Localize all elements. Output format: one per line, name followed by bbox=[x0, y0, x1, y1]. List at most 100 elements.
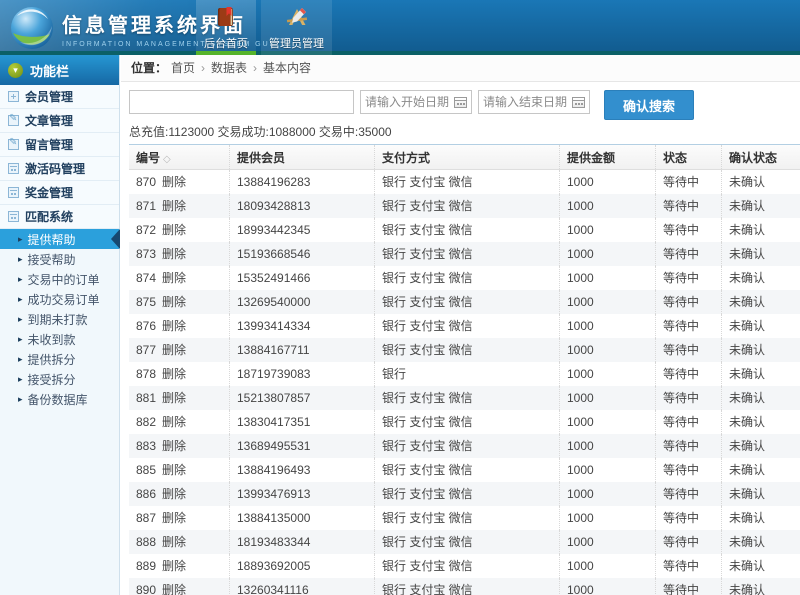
member-cell: 15193668546 bbox=[229, 242, 374, 266]
amount-cell: 1000 bbox=[559, 434, 655, 458]
delete-link[interactable]: 删除 bbox=[162, 223, 186, 237]
sidebar-item[interactable]: 奖金管理 bbox=[0, 181, 119, 205]
table-row: 875删除 13269540000 银行 支付宝 微信 1000 等待中 未确认 bbox=[129, 290, 800, 314]
delete-link[interactable]: 删除 bbox=[162, 583, 186, 595]
delete-link[interactable]: 删除 bbox=[162, 535, 186, 549]
row-id: 878 bbox=[136, 367, 156, 381]
search-input[interactable] bbox=[129, 90, 354, 114]
amount-cell: 1000 bbox=[559, 578, 655, 595]
table-row: 873删除 15193668546 银行 支付宝 微信 1000 等待中 未确认 bbox=[129, 242, 800, 266]
confirm-cell: 未确认 bbox=[721, 290, 800, 314]
delete-link[interactable]: 删除 bbox=[162, 463, 186, 477]
column-header-id[interactable]: 编号◇ bbox=[129, 145, 229, 169]
column-header-status: 状态 bbox=[655, 145, 721, 169]
delete-link[interactable]: 删除 bbox=[162, 415, 186, 429]
status-cell: 等待中 bbox=[655, 578, 721, 595]
row-id: 886 bbox=[136, 487, 156, 501]
breadcrumb-link[interactable]: 首页 bbox=[171, 61, 195, 75]
breadcrumb-prefix: 位置： bbox=[131, 61, 167, 75]
delete-link[interactable]: 删除 bbox=[162, 271, 186, 285]
sidebar-subitem-label: 成功交易订单 bbox=[28, 291, 100, 308]
calendar-icon[interactable] bbox=[572, 97, 585, 108]
status-cell: 等待中 bbox=[655, 554, 721, 578]
status-cell: 等待中 bbox=[655, 266, 721, 290]
sidebar-item[interactable]: 文章管理 bbox=[0, 109, 119, 133]
pencil-tools-icon bbox=[284, 5, 310, 32]
row-id: 875 bbox=[136, 295, 156, 309]
end-date-input[interactable] bbox=[479, 91, 577, 113]
calendar-icon[interactable] bbox=[454, 97, 467, 108]
sidebar-item[interactable]: 匹配系统 bbox=[0, 205, 119, 229]
delete-link[interactable]: 删除 bbox=[162, 559, 186, 573]
sidebar-subitem[interactable]: 提供帮助 bbox=[0, 229, 119, 249]
totals-summary: 总充值:1123000 交易成功:1088000 交易中:35000 bbox=[129, 123, 800, 140]
payment-cell: 银行 支付宝 微信 bbox=[374, 266, 559, 290]
confirm-cell: 未确认 bbox=[721, 242, 800, 266]
confirm-cell: 未确认 bbox=[721, 218, 800, 242]
table-row: 886删除 13993476913 银行 支付宝 微信 1000 等待中 未确认 bbox=[129, 482, 800, 506]
delete-link[interactable]: 删除 bbox=[162, 199, 186, 213]
id-cell: 886 删除 bbox=[129, 482, 229, 506]
sidebar-item-label: 文章管理 bbox=[25, 112, 73, 129]
sidebar-subitem[interactable]: 接受拆分 bbox=[0, 369, 119, 389]
delete-link[interactable]: 删除 bbox=[162, 295, 186, 309]
edit-icon bbox=[8, 115, 19, 126]
delete-link[interactable]: 删除 bbox=[162, 511, 186, 525]
amount-cell: 1000 bbox=[559, 482, 655, 506]
confirm-search-button[interactable]: 确认搜索 bbox=[604, 90, 694, 120]
status-cell: 等待中 bbox=[655, 362, 721, 386]
payment-cell: 银行 支付宝 微信 bbox=[374, 482, 559, 506]
sidebar: ▾ 功能栏 会员管理 文章管理 留言管理 激活码管理 奖金管理 匹配系统 提供帮… bbox=[0, 55, 120, 595]
sidebar-header[interactable]: ▾ 功能栏 bbox=[0, 55, 119, 85]
tab-label: 管理员管理 bbox=[269, 35, 324, 51]
tab-backend-home[interactable]: 后台首页 bbox=[196, 0, 256, 55]
status-cell: 等待中 bbox=[655, 170, 721, 194]
payment-cell: 银行 支付宝 微信 bbox=[374, 386, 559, 410]
delete-link[interactable]: 删除 bbox=[162, 487, 186, 501]
sidebar-item[interactable]: 留言管理 bbox=[0, 133, 119, 157]
app-header: 信息管理系统界面 INFORMATION MANAGEMENT SYSTEM G… bbox=[0, 0, 800, 55]
confirm-cell: 未确认 bbox=[721, 530, 800, 554]
sidebar-item[interactable]: 激活码管理 bbox=[0, 157, 119, 181]
breadcrumb-link[interactable]: 基本内容 bbox=[263, 61, 311, 75]
confirm-cell: 未确认 bbox=[721, 506, 800, 530]
amount-cell: 1000 bbox=[559, 218, 655, 242]
sidebar-item[interactable]: 会员管理 bbox=[0, 85, 119, 109]
breadcrumb-link[interactable]: 数据表 bbox=[211, 61, 247, 75]
status-cell: 等待中 bbox=[655, 482, 721, 506]
id-cell: 871删除 bbox=[129, 194, 229, 218]
sidebar-subitem[interactable]: 提供拆分 bbox=[0, 349, 119, 369]
delete-link[interactable]: 删除 bbox=[162, 319, 186, 333]
sidebar-subitem[interactable]: 未收到款 bbox=[0, 329, 119, 349]
payment-cell: 银行 支付宝 微信 bbox=[374, 530, 559, 554]
delete-link[interactable]: 删除 bbox=[162, 175, 186, 189]
table-row: 877删除 13884167711 银行 支付宝 微信 1000 等待中 未确认 bbox=[129, 338, 800, 362]
table-row: 887删除 13884135000 银行 支付宝 微信 1000 等待中 未确认 bbox=[129, 506, 800, 530]
id-cell: 887删除 bbox=[129, 506, 229, 530]
confirm-cell: 未确认 bbox=[721, 434, 800, 458]
member-cell: 13689495531 bbox=[229, 434, 374, 458]
tab-admin-management[interactable]: 管理员管理 bbox=[261, 0, 332, 55]
start-date-input[interactable] bbox=[361, 91, 459, 113]
delete-link[interactable]: 删除 bbox=[162, 367, 186, 381]
delete-link[interactable]: 删除 bbox=[162, 343, 186, 357]
sidebar-subitem[interactable]: 到期未打款 bbox=[0, 309, 119, 329]
member-cell: 13269540000 bbox=[229, 290, 374, 314]
status-cell: 等待中 bbox=[655, 242, 721, 266]
sidebar-subitem[interactable]: 接受帮助 bbox=[0, 249, 119, 269]
status-cell: 等待中 bbox=[655, 194, 721, 218]
confirm-cell: 未确认 bbox=[721, 410, 800, 434]
app-logo-icon bbox=[8, 4, 56, 52]
delete-link[interactable]: 删除 bbox=[162, 391, 186, 405]
sidebar-subitem[interactable]: 交易中的订单 bbox=[0, 269, 119, 289]
sort-icon[interactable]: ◇ bbox=[163, 154, 171, 165]
amount-cell: 1000 bbox=[559, 170, 655, 194]
sidebar-subitem[interactable]: 备份数据库 bbox=[0, 389, 119, 409]
amount-cell: 1000 bbox=[559, 386, 655, 410]
sidebar-subitem[interactable]: 成功交易订单 bbox=[0, 289, 119, 309]
breadcrumb-separator: › bbox=[253, 61, 257, 75]
delete-link[interactable]: 删除 bbox=[162, 247, 186, 261]
start-date-field bbox=[360, 90, 472, 114]
delete-link[interactable]: 删除 bbox=[162, 439, 186, 453]
breadcrumb-item: › 基本内容 bbox=[247, 61, 311, 75]
